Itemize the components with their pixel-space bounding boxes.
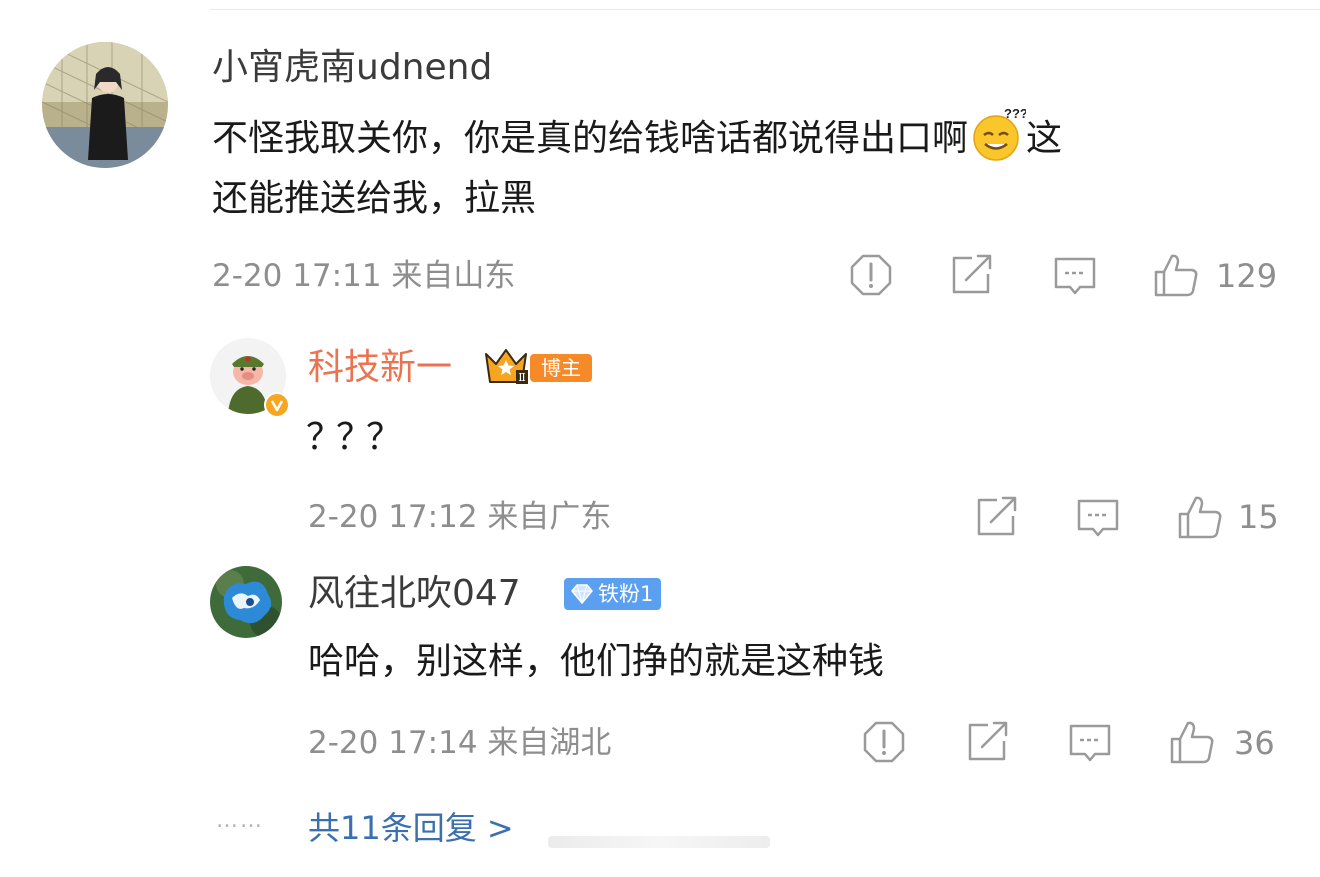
reply-username[interactable]: 科技新一 bbox=[308, 346, 452, 390]
like-count: 129 bbox=[1216, 257, 1278, 295]
comment-button[interactable] bbox=[1076, 497, 1120, 539]
like-button[interactable] bbox=[1168, 719, 1216, 765]
reply-text: ？？？ bbox=[306, 417, 402, 458]
watermark-blur bbox=[548, 836, 770, 848]
report-icon bbox=[850, 254, 892, 296]
share-button[interactable] bbox=[975, 496, 1019, 538]
blogger-badge: Ⅱ 博主 bbox=[482, 346, 594, 386]
commenter-username[interactable]: 小宵虎南udnend bbox=[212, 46, 492, 90]
comment-button[interactable] bbox=[1068, 722, 1112, 764]
ellipsis-dots: …… bbox=[216, 808, 264, 833]
share-button[interactable] bbox=[966, 721, 1010, 763]
thumbs-up-icon bbox=[1170, 721, 1214, 764]
svg-text:???: ??? bbox=[1004, 106, 1026, 121]
svg-text:Ⅱ: Ⅱ bbox=[518, 371, 525, 384]
diamond-icon bbox=[571, 584, 593, 604]
reply-avatar[interactable] bbox=[210, 566, 282, 638]
comment-meta: 2-20 17:11 来自山东 bbox=[212, 258, 516, 294]
share-icon bbox=[977, 496, 1017, 536]
thumbs-up-icon bbox=[1178, 496, 1222, 539]
reply-meta: 2-20 17:12 来自广东 bbox=[308, 499, 612, 535]
like-count: 15 bbox=[1238, 498, 1279, 536]
reply-avatar[interactable] bbox=[210, 338, 290, 418]
report-button[interactable] bbox=[862, 720, 906, 764]
share-button[interactable] bbox=[950, 254, 994, 296]
badge-label: 铁粉1 bbox=[598, 582, 654, 606]
report-button[interactable] bbox=[849, 253, 893, 297]
comment-text-part1: 不怪我取关你，你是真的给钱啥话都说得出口啊 bbox=[212, 118, 969, 159]
like-count: 36 bbox=[1234, 724, 1275, 762]
comment-text-line2: 还能推送给我，拉黑 bbox=[212, 178, 537, 219]
comment-icon bbox=[1069, 724, 1111, 762]
reply-text: 哈哈，别这样，他们挣的就是这种钱 bbox=[308, 641, 885, 682]
iron-fan-badge: 铁粉1 bbox=[564, 578, 662, 610]
comment-icon bbox=[1054, 257, 1096, 295]
comment-text-part2: 这 bbox=[1026, 118, 1063, 159]
crown-badge-icon: Ⅱ 博主 bbox=[485, 349, 592, 384]
reply-username[interactable]: 风往北吹047 bbox=[308, 572, 521, 616]
verified-badge-icon bbox=[264, 392, 290, 418]
comment-icon bbox=[1077, 499, 1119, 537]
share-icon bbox=[968, 721, 1008, 761]
top-divider bbox=[210, 9, 1320, 10]
avatar[interactable] bbox=[42, 42, 168, 168]
like-button[interactable] bbox=[1176, 494, 1224, 540]
thumbs-up-icon bbox=[1154, 254, 1198, 297]
comment-text: 不怪我取关你，你是真的给钱啥话都说得出口啊 ??? 这 还能推送给我，拉黑 bbox=[212, 106, 1272, 229]
view-all-replies-link[interactable]: 共11条回复 > bbox=[308, 806, 514, 850]
like-button[interactable] bbox=[1152, 252, 1200, 298]
report-icon bbox=[863, 721, 905, 763]
dizzy-face-emoji-icon: ??? bbox=[968, 106, 1028, 162]
badge-label: 博主 bbox=[541, 356, 581, 380]
share-icon bbox=[952, 254, 992, 294]
comment-button[interactable] bbox=[1053, 255, 1097, 297]
reply-meta: 2-20 17:14 来自湖北 bbox=[308, 725, 612, 761]
